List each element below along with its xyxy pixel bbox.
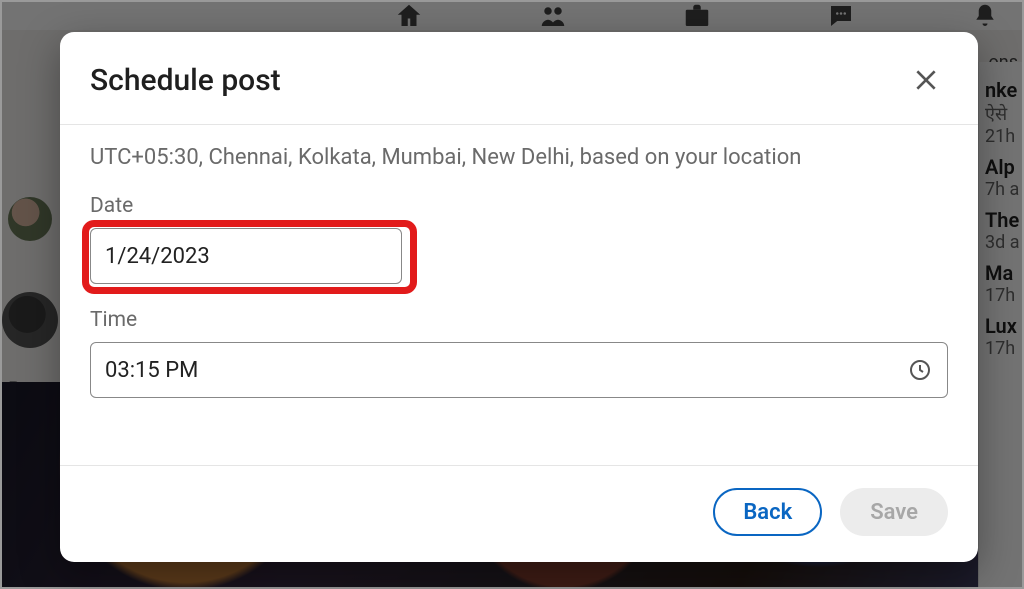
modal-title: Schedule post [90, 63, 281, 98]
timezone-text: UTC+05:30, Chennai, Kolkata, Mumbai, New… [90, 145, 948, 170]
modal-footer: Back Save [60, 465, 978, 562]
schedule-post-modal: Schedule post UTC+05:30, Chennai, Kolkat… [60, 32, 978, 562]
time-label: Time [90, 308, 948, 332]
date-label: Date [90, 194, 948, 218]
close-button[interactable] [904, 58, 948, 102]
save-button[interactable]: Save [840, 488, 948, 536]
modal-header: Schedule post [60, 32, 978, 125]
date-input[interactable]: 1/24/2023 [90, 228, 402, 284]
close-icon [913, 67, 939, 93]
modal-body: UTC+05:30, Chennai, Kolkata, Mumbai, New… [60, 125, 978, 465]
back-button[interactable]: Back [713, 488, 822, 536]
time-input[interactable]: 03:15 PM [90, 342, 948, 398]
time-field-wrap: 03:15 PM [90, 342, 948, 398]
date-field-wrap: 1/24/2023 [90, 228, 420, 284]
